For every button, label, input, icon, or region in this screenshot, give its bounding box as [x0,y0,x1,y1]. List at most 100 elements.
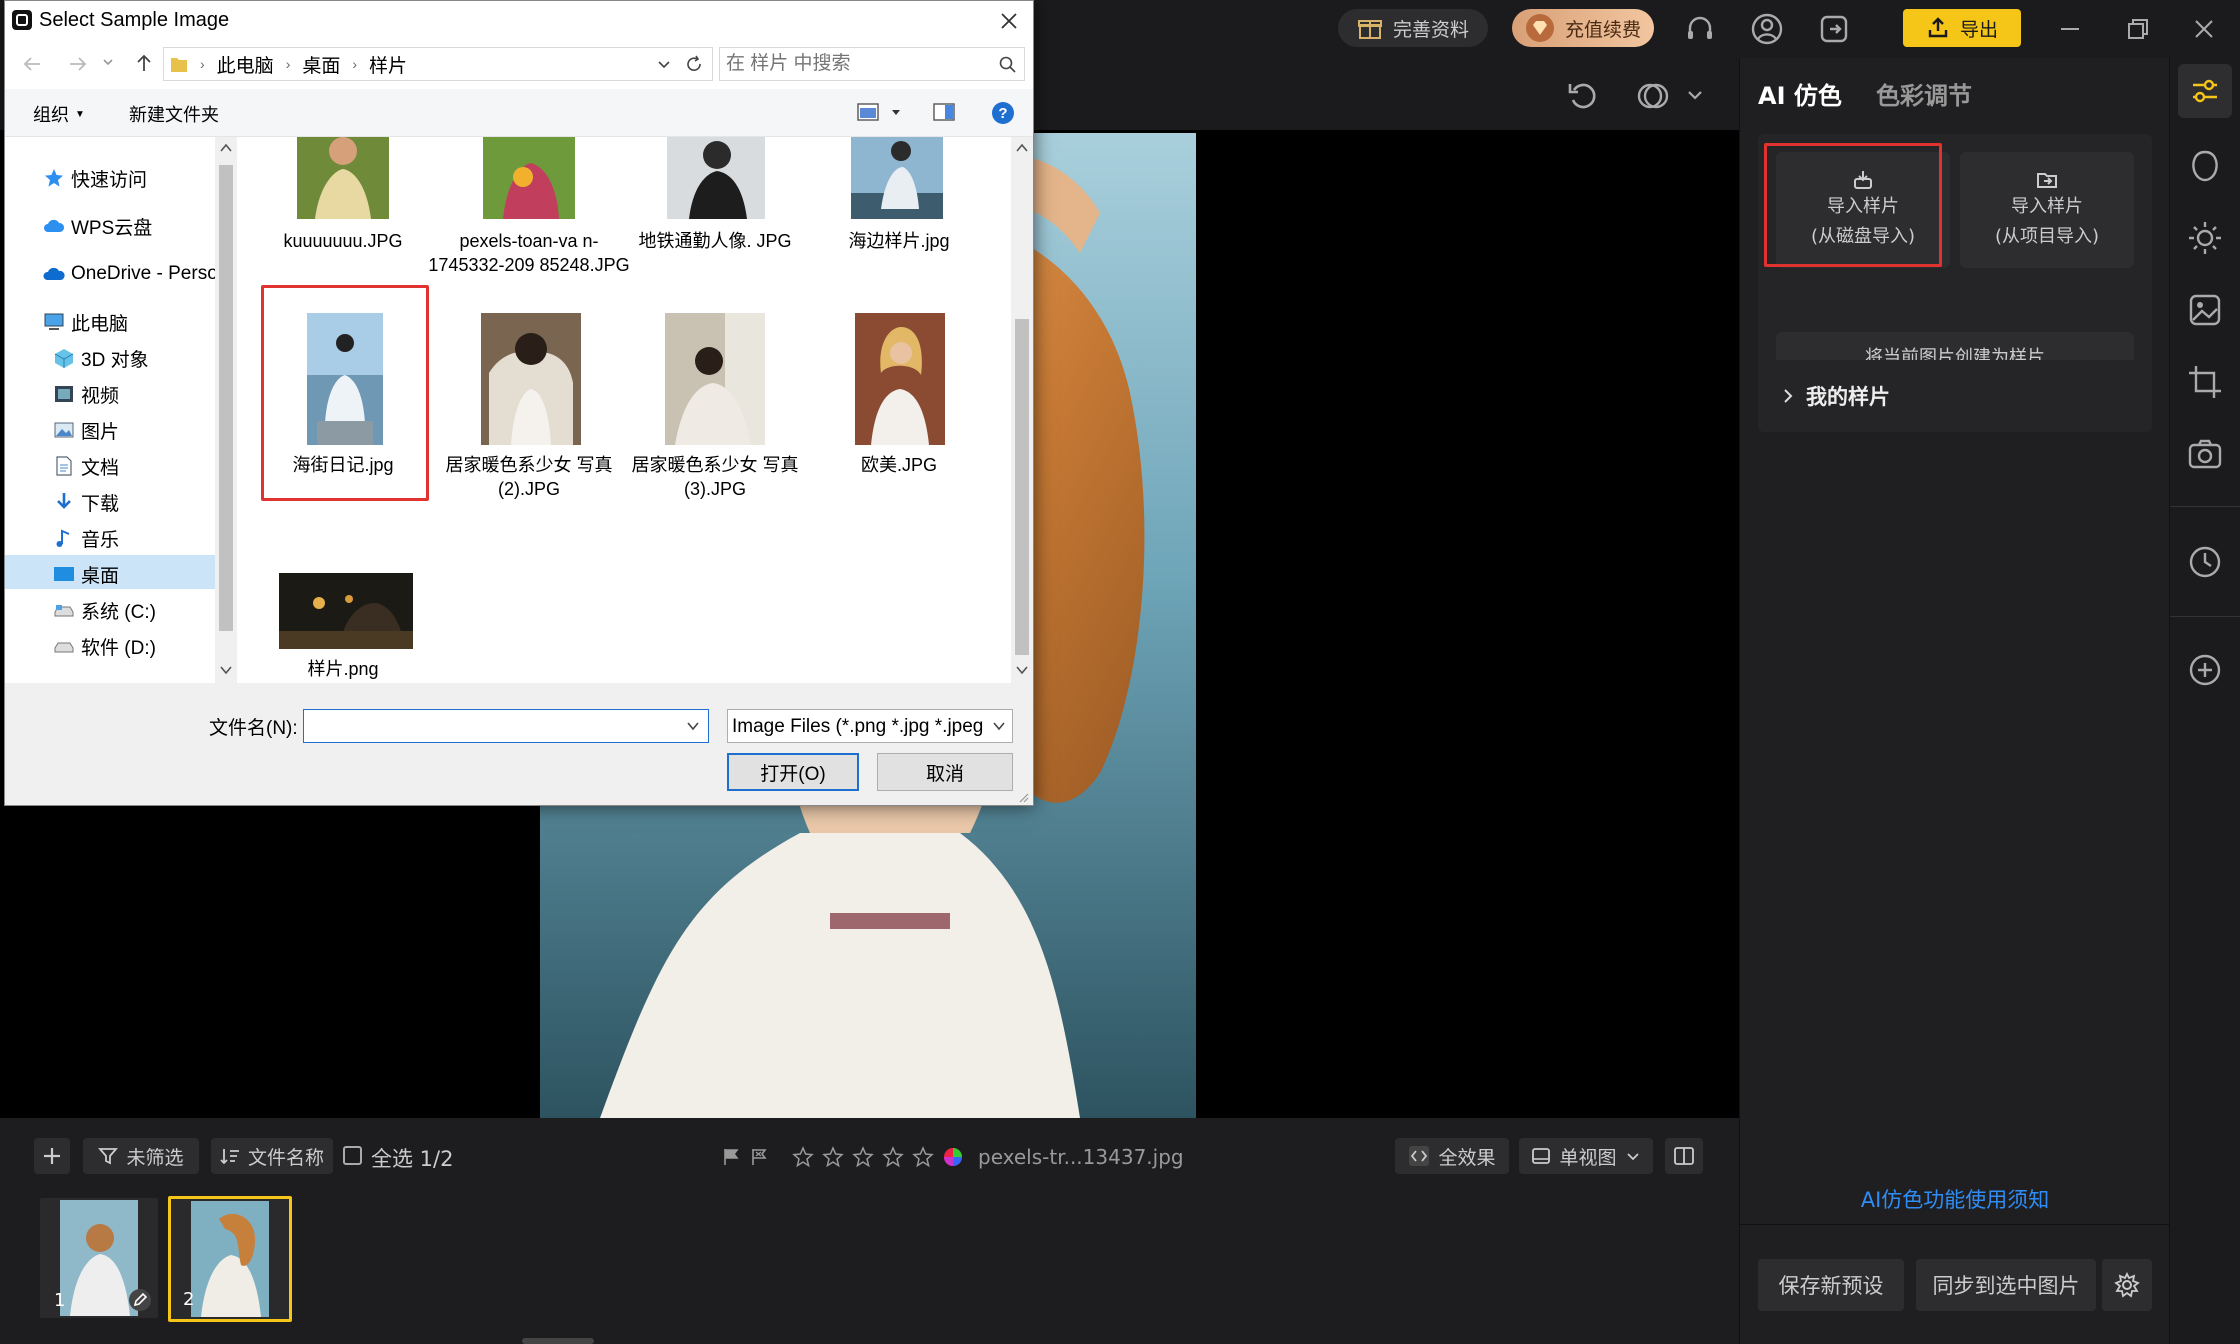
nav-3d-objects[interactable]: 3D 对象 [53,341,149,375]
nav-documents[interactable]: 文档 [53,449,119,483]
file-name[interactable]: 海街日记.jpg [241,453,445,477]
my-samples-section[interactable]: 我的样片 [1758,360,2152,432]
nav-videos[interactable]: 视频 [53,377,119,411]
refresh-icon[interactable] [684,54,704,74]
export-button[interactable]: 导出 [1903,9,2021,47]
chevron-down-icon[interactable] [686,720,700,732]
select-all-checkbox[interactable] [343,1146,362,1165]
scroll-thumb[interactable] [219,165,233,631]
file-name[interactable]: 地铁通勤人像. JPG [613,229,817,253]
close-icon[interactable] [2187,12,2221,46]
import-from-project-button[interactable]: 导入样片 (从项目导入) [1960,152,2134,268]
flag-icon[interactable] [722,1147,742,1167]
up-arrow-icon[interactable] [133,52,155,74]
reject-flag-icon[interactable] [750,1147,770,1167]
star-icon[interactable] [852,1146,874,1168]
split-view-button[interactable] [1665,1138,1703,1174]
face-icon[interactable] [2187,148,2223,184]
file-thumbnail[interactable] [851,137,943,219]
organize-button[interactable]: 组织 ▼ [33,101,85,127]
nav-this-pc[interactable]: 此电脑 [43,305,128,339]
chevron-down-icon[interactable] [656,56,672,72]
star-icon[interactable] [882,1146,904,1168]
nav-drive-d[interactable]: 软件 (D:) [53,629,156,663]
file-thumbnail[interactable] [279,573,413,649]
scroll-down-icon[interactable] [1016,665,1028,675]
view-mode-button[interactable]: 单视图 [1519,1138,1653,1174]
sort-button[interactable]: 文件名称 [211,1138,333,1174]
save-preset-button[interactable]: 保存新预设 [1758,1259,1904,1311]
search-box[interactable] [719,47,1025,81]
help-icon[interactable]: ? [991,101,1015,125]
close-icon[interactable] [997,9,1021,33]
breadcrumb-item[interactable]: 桌面 [302,51,340,78]
filmstrip-item[interactable]: 1 [40,1198,158,1318]
view-options-icon[interactable] [857,103,879,121]
file-thumbnail[interactable] [855,313,945,445]
nav-desktop[interactable]: 桌面 [53,557,119,591]
nav-wps-cloud[interactable]: WPS云盘 [43,209,152,243]
chevron-down-icon[interactable] [1684,84,1706,106]
nav-pictures[interactable]: 图片 [53,413,119,447]
color-label-icon[interactable] [942,1146,964,1168]
scroll-up-icon[interactable] [1016,143,1028,153]
filmstrip-item-selected[interactable]: 2 [168,1196,292,1322]
sync-button[interactable]: 同步到选中图片 [1916,1259,2096,1311]
scroll-thumb[interactable] [1015,319,1029,655]
file-thumbnail[interactable] [297,137,389,219]
tab-color-adjust[interactable]: 色彩调节 [1876,76,1972,111]
notice-link[interactable]: AI仿色功能使用须知 [1740,1184,2170,1214]
file-name[interactable]: 海边样片.jpg [797,229,1001,253]
sun-icon[interactable] [2187,220,2223,256]
file-name[interactable]: pexels-toan-va n-1745332-209 85248.JPG [427,229,631,277]
breadcrumb-item[interactable]: 此电脑 [217,51,274,78]
tab-ai-color[interactable]: AI 仿色 [1758,76,1842,111]
open-button[interactable]: 打开(O) [727,753,859,791]
nav-quick-access[interactable]: 快速访问 [43,161,147,195]
user-icon[interactable] [1750,12,1784,46]
chevron-down-icon[interactable] [891,109,901,117]
settings-button[interactable] [2102,1259,2152,1311]
star-icon[interactable] [792,1146,814,1168]
crop-icon[interactable] [2187,364,2223,400]
nav-downloads[interactable]: 下载 [53,485,119,519]
logout-icon[interactable] [1817,12,1851,46]
headset-icon[interactable] [1683,12,1717,46]
camera-icon[interactable] [2187,436,2223,472]
add-image-button[interactable] [34,1138,70,1174]
address-bar[interactable]: › 此电脑 › 桌面 › 样片 [163,47,713,81]
cancel-button[interactable]: 取消 [877,753,1013,791]
renew-button[interactable]: 充值续费 [1512,9,1654,47]
filename-field[interactable] [303,709,709,743]
filetype-select[interactable]: Image Files (*.png *.jpg *.jpeg [727,709,1013,743]
nav-onedrive[interactable]: OneDrive - Perso [43,257,218,291]
file-name[interactable]: 欧美.JPG [797,453,1001,477]
effect-button[interactable]: 全效果 [1395,1138,1509,1174]
star-icon[interactable] [912,1146,934,1168]
file-thumbnail[interactable] [307,313,383,445]
forward-arrow-icon[interactable] [67,53,89,75]
star-icon[interactable] [822,1146,844,1168]
file-scrollbar[interactable] [1011,137,1033,683]
file-thumbnail[interactable] [665,313,765,445]
dropdown-arrow-icon[interactable] [101,51,115,73]
back-arrow-icon[interactable] [21,53,43,75]
image-edit-icon[interactable] [2187,292,2223,328]
file-name[interactable]: kuuuuuuu.JPG [241,229,445,253]
color-adjust-tool[interactable] [2178,64,2232,118]
new-folder-button[interactable]: 新建文件夹 [129,101,219,127]
breadcrumb-item[interactable]: 样片 [369,51,407,78]
file-thumbnail[interactable] [481,313,581,445]
history-icon[interactable] [2187,544,2223,580]
filter-button[interactable]: 未筛选 [83,1138,199,1174]
file-name[interactable]: 居家暖色系少女 写真 (3).JPG [613,453,817,501]
file-name[interactable]: 居家暖色系少女 写真 (2).JPG [427,453,631,501]
compare-icon[interactable] [1635,78,1671,114]
undo-icon[interactable] [1565,78,1601,114]
scroll-up-icon[interactable] [220,143,232,153]
add-icon[interactable] [2187,652,2223,688]
resize-grip-icon[interactable] [1017,791,1029,803]
nav-scrollbar[interactable] [215,137,237,683]
file-thumbnail[interactable] [483,137,575,219]
file-thumbnail[interactable] [667,137,765,219]
